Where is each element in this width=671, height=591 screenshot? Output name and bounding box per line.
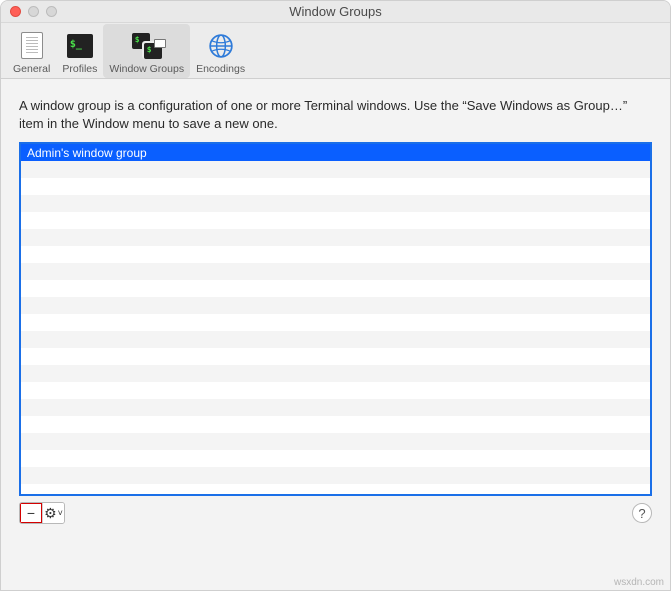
minus-icon: −	[27, 505, 35, 521]
preferences-window: Window Groups General Profiles Window Gr…	[0, 0, 671, 591]
tab-profiles[interactable]: Profiles	[56, 24, 103, 78]
help-icon: ?	[638, 506, 645, 521]
list-item[interactable]	[21, 399, 650, 416]
titlebar: Window Groups	[1, 1, 670, 23]
preferences-toolbar: General Profiles Window Groups Encodings	[1, 23, 670, 79]
list-item[interactable]	[21, 331, 650, 348]
gear-icon: ⚙	[44, 505, 57, 522]
description-text: A window group is a configuration of one…	[19, 97, 652, 132]
chevron-down-icon: ˅	[58, 508, 63, 518]
encodings-icon	[206, 31, 236, 61]
list-item[interactable]	[21, 229, 650, 246]
list-item[interactable]	[21, 178, 650, 195]
tab-window-groups[interactable]: Window Groups	[103, 24, 190, 78]
list-item[interactable]	[21, 280, 650, 297]
content-area: A window group is a configuration of one…	[1, 79, 670, 536]
list-item[interactable]	[21, 348, 650, 365]
list-item[interactable]	[21, 467, 650, 484]
window-groups-icon	[132, 31, 162, 61]
list-item[interactable]	[21, 382, 650, 399]
tab-general[interactable]: General	[7, 24, 56, 78]
tab-window-groups-label: Window Groups	[109, 63, 184, 75]
list-item[interactable]: Admin's window group	[21, 144, 650, 161]
list-item[interactable]	[21, 297, 650, 314]
list-item[interactable]	[21, 161, 650, 178]
window-title: Window Groups	[1, 4, 670, 19]
list-item[interactable]	[21, 450, 650, 467]
list-item[interactable]	[21, 365, 650, 382]
list-item[interactable]	[21, 263, 650, 280]
tab-encodings-label: Encodings	[196, 63, 245, 75]
tab-profiles-label: Profiles	[62, 63, 97, 75]
list-item[interactable]	[21, 246, 650, 263]
list-item[interactable]	[21, 195, 650, 212]
list-item[interactable]	[21, 212, 650, 229]
window-groups-list[interactable]: Admin's window group	[19, 142, 652, 496]
help-button[interactable]: ?	[632, 503, 652, 523]
general-icon	[17, 31, 47, 61]
list-item[interactable]	[21, 416, 650, 433]
list-controls: − ⚙ ˅ ?	[19, 502, 652, 524]
tab-encodings[interactable]: Encodings	[190, 24, 251, 78]
remove-button[interactable]: −	[20, 503, 42, 523]
list-button-bar: − ⚙ ˅	[19, 502, 65, 524]
profiles-icon	[65, 31, 95, 61]
list-item[interactable]	[21, 314, 650, 331]
list-item[interactable]	[21, 433, 650, 450]
actions-menu-button[interactable]: ⚙ ˅	[42, 503, 64, 523]
tab-general-label: General	[13, 63, 50, 75]
watermark-text: wsxdn.com	[614, 577, 664, 588]
